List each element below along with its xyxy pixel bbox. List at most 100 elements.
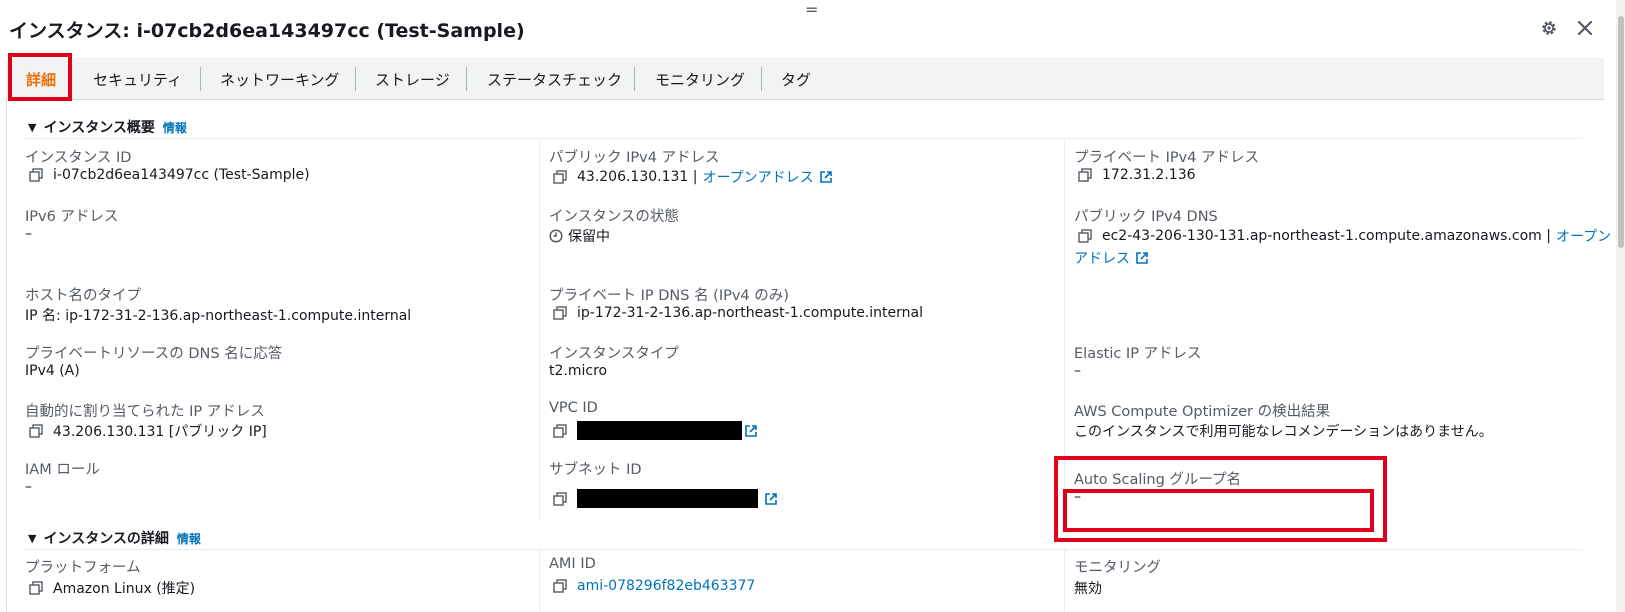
caret-down-icon[interactable]: ▼ [28,121,36,134]
external-link-icon[interactable] [1135,251,1149,265]
private-ipv4: 172.31.2.136 [1102,167,1196,183]
instance-state-value: 保留中 [549,226,610,246]
auto-ip: 43.206.130.131 [パブリック IP] [53,424,267,440]
instance-type-value: t2.micro [549,363,608,379]
private-dns: ip-172-31-2-136.ap-northeast-1.compute.i… [577,305,923,321]
clock-icon [549,229,563,243]
info-link[interactable]: 情報 [163,119,187,136]
tab-security[interactable]: セキュリティ [93,58,182,100]
tab-monitoring[interactable]: モニタリング [655,58,745,100]
instance-id-value: i-07cb2d6ea143497cc (Test-Sample) [29,167,310,183]
section-instance-summary[interactable]: ▼ インスタンス概要 情報 [28,117,187,137]
field-label: AWS Compute Optimizer の検出結果 [1074,404,1331,420]
field-label: IPv6 アドレス [25,209,119,225]
ami-id-link[interactable]: ami-078296f82eb463377 [577,578,755,594]
copy-icon[interactable] [553,491,567,506]
tab-separator [355,67,356,91]
private-ipv4-value: 172.31.2.136 [1078,167,1196,183]
column-divider [539,138,540,521]
drag-handle[interactable]: = [805,2,818,18]
subnet-id-value [553,489,778,508]
field-label: プライベートリソースの DNS 名に応答 [25,346,283,362]
external-link-icon[interactable] [744,424,758,438]
copy-icon[interactable] [553,170,567,184]
public-dns: ec2-43-206-130-131.ap-northeast-1.comput… [1102,228,1551,244]
auto-ip-value: 43.206.130.131 [パブリック IP] [29,421,267,441]
section-title: インスタンス概要 [43,120,155,136]
column-divider [539,549,540,612]
field-label: パブリック IPv4 アドレス [549,150,720,166]
divider [24,549,1582,550]
copy-icon[interactable] [553,579,567,593]
vpc-id-value [553,421,758,440]
redacted-subnet-id[interactable] [577,489,758,508]
public-dns-link-wrap: アドレス [1074,248,1149,268]
private-dns-value: ip-172-31-2-136.ap-northeast-1.compute.i… [553,305,923,321]
copy-icon[interactable] [553,423,567,438]
ami-id-value: ami-078296f82eb463377 [553,578,755,594]
tab-networking[interactable]: ネットワーキング [220,58,340,100]
redacted-vpc-id[interactable] [577,421,742,440]
public-ipv4: 43.206.130.131 | [577,169,698,185]
gear-icon[interactable] [1538,17,1560,39]
external-link-icon[interactable] [819,170,833,184]
resource-dns-value: IPv4 (A) [25,363,80,379]
highlight-box-details-tab [8,53,72,101]
platform: Amazon Linux (推定) [53,581,196,597]
copy-icon[interactable] [1078,229,1092,243]
field-label: インスタンスタイプ [549,346,679,362]
tab-separator [761,67,762,91]
page-title: インスタンス: i-07cb2d6ea143497cc (Test-Sample… [9,20,525,42]
caret-down-icon[interactable]: ▼ [28,532,36,545]
tab-separator [200,67,201,91]
copy-icon[interactable] [1078,168,1092,182]
field-label: AMI ID [549,556,596,572]
field-label: インスタンス ID [25,150,132,166]
public-ipv4-value: 43.206.130.131 | オープンアドレス [553,167,833,187]
field-label: VPC ID [549,400,598,416]
section-instance-details[interactable]: ▼ インスタンスの詳細 情報 [28,528,201,548]
instance-state: 保留中 [568,229,610,245]
tab-tags[interactable]: タグ [781,58,811,100]
field-label: プライベート IPv4 アドレス [1074,150,1260,166]
field-label: 自動的に割り当てられた IP アドレス [25,404,265,420]
instance-id: i-07cb2d6ea143497cc (Test-Sample) [53,167,310,183]
public-dns-value: ec2-43-206-130-131.ap-northeast-1.comput… [1078,226,1611,246]
tab-storage[interactable]: ストレージ [375,58,450,100]
section-title: インスタンスの詳細 [43,531,169,547]
open-address-link[interactable]: アドレス [1074,248,1130,268]
iam-role-value: – [25,479,32,495]
elastic-ip-value: – [1074,363,1081,379]
external-link-icon[interactable] [764,492,778,506]
field-label: プラットフォーム [25,560,141,576]
tab-bar: 詳細 セキュリティ ネットワーキング ストレージ ステータスチェック モニタリン… [6,58,1604,100]
copy-icon[interactable] [29,424,43,438]
tab-separator [634,67,635,91]
field-label: IAM ロール [25,462,100,478]
copy-icon[interactable] [29,581,43,595]
divider [24,138,1582,139]
hostname-type-value: IP 名: ip-172-31-2-136.ap-northeast-1.com… [25,308,412,324]
ipv6-value: – [25,226,32,242]
highlight-box-asg-inner [1063,489,1374,532]
field-label: パブリック IPv4 DNS [1074,209,1218,225]
column-divider [1064,549,1065,612]
tab-status-checks[interactable]: ステータスチェック [487,58,622,100]
field-label: プライベート IP DNS 名 (IPv4 のみ) [549,288,789,304]
field-label: Elastic IP アドレス [1074,346,1202,362]
field-label: モニタリング [1074,560,1161,576]
field-label: サブネット ID [549,462,642,478]
copy-icon[interactable] [29,168,43,182]
platform-value: Amazon Linux (推定) [29,578,195,598]
scrollbar-thumb[interactable] [1618,16,1624,248]
field-label: ホスト名のタイプ [25,288,141,304]
monitoring-value: 無効 [1074,581,1102,597]
close-icon[interactable] [1574,17,1596,39]
optimizer-value: このインスタンスで利用可能なレコメンデーションはありません。 [1074,424,1493,440]
field-label: インスタンスの状態 [549,209,679,225]
tab-separator [466,67,467,91]
open-address-link[interactable]: オープン [1556,226,1611,246]
copy-icon[interactable] [553,306,567,320]
info-link[interactable]: 情報 [177,530,201,547]
open-address-link[interactable]: オープンアドレス [703,167,814,187]
